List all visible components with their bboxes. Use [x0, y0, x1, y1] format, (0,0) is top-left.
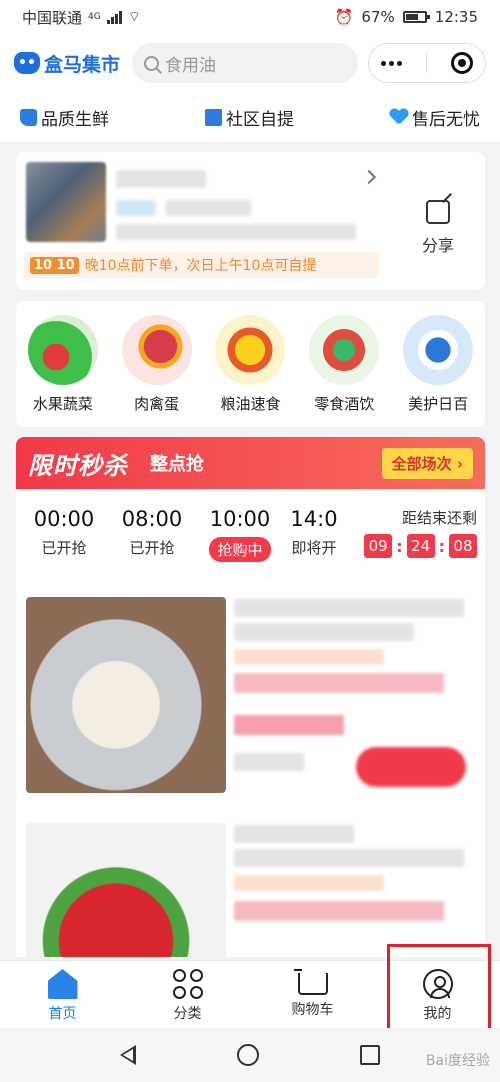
wifi-icon: ⌔	[127, 9, 141, 25]
category-grid-icon	[172, 969, 203, 999]
countdown-hours: 09	[364, 534, 393, 558]
product-price-bar-blurred	[234, 901, 444, 921]
miniprogram-capsule	[368, 43, 486, 83]
tofu-product-image[interactable]	[26, 597, 226, 793]
tab-mine[interactable]: 我的	[375, 961, 500, 1028]
fruit-veg-image	[27, 315, 98, 385]
home-icon	[47, 969, 78, 999]
product-price-blurred	[234, 715, 344, 735]
category-beauty-daily[interactable]: 美护日百	[397, 315, 479, 414]
product-title-blurred	[234, 599, 464, 617]
tab-category[interactable]: 分类	[125, 961, 250, 1028]
product-tag-blurred	[234, 649, 384, 665]
watermark: Bai度经验	[425, 1053, 490, 1069]
store-info-blurred	[166, 200, 251, 216]
time-slot-active[interactable]: 10:00 抢购中	[196, 507, 284, 562]
promo-text: 晚10点前下单，次日上午10点可自提	[84, 258, 317, 274]
flash-sale-section: 限时秒杀 整点抢 全部场次 › 00:00 已开抢 08:00 已开抢 10:0…	[16, 437, 485, 957]
feature-pickup: 社区自提	[205, 105, 294, 130]
store-tag-blurred	[116, 200, 156, 216]
category-snack-drink[interactable]: 零食酒饮	[303, 315, 385, 414]
product-title-blurred	[234, 825, 354, 843]
tab-home[interactable]: 首页	[0, 961, 125, 1028]
close-miniprogram-icon[interactable]	[451, 52, 473, 74]
product-orig-price-blurred	[234, 753, 304, 771]
countdown: 距结束还剩 09 : 24 : 08	[364, 507, 477, 558]
network-type: 4G	[88, 12, 101, 22]
thumbs-up-icon	[20, 108, 37, 126]
signal-icon	[106, 10, 122, 24]
strawberry-product-image[interactable]	[26, 823, 226, 957]
category-fruit-veg[interactable]: 水果蔬菜	[22, 315, 104, 414]
chevron-right-icon[interactable]	[361, 169, 377, 185]
battery-icon	[402, 11, 430, 23]
alarm-icon: ⏰	[334, 8, 354, 26]
building-icon	[205, 108, 222, 126]
promo-badge: 10 10	[30, 256, 79, 274]
status-bar: 中国联通 4G ⌔ ⏰ 67% 12:35	[0, 0, 500, 34]
grain-oil-image	[215, 315, 286, 385]
countdown-minutes: 24	[406, 534, 435, 558]
flash-sale-title: 限时秒杀	[28, 451, 128, 480]
share-icon	[426, 200, 450, 224]
store-address-blurred	[116, 224, 356, 240]
home-circle-icon[interactable]	[236, 1044, 259, 1066]
recent-apps-icon[interactable]	[359, 1045, 380, 1065]
store-name-blurred	[116, 170, 206, 188]
category-grain-oil[interactable]: 粮油速食	[209, 315, 291, 414]
back-icon[interactable]	[120, 1045, 137, 1065]
app-header: 盒马集市 食用油	[0, 34, 500, 92]
time-slots: 00:00 已开抢 08:00 已开抢 10:00 抢购中 14:0 即将开 距…	[16, 489, 485, 565]
countdown-label: 距结束还剩	[401, 509, 477, 527]
feature-strip: 品质生鲜 社区自提 售后无忧	[0, 92, 500, 142]
user-icon	[422, 969, 453, 999]
carrier-name: 中国联通	[22, 8, 83, 27]
cart-icon	[293, 969, 328, 995]
heart-icon	[390, 109, 408, 125]
store-card[interactable]: 分享 10 10 晚10点前下单，次日上午10点可自提	[16, 152, 485, 290]
time-slot[interactable]: 14:0 即将开	[284, 507, 344, 558]
all-sessions-button[interactable]: 全部场次 ›	[381, 447, 473, 479]
feature-quality: 品质生鲜	[20, 105, 109, 130]
system-nav-bar: Bai度经验	[0, 1028, 500, 1082]
bottom-tab-bar: 首页 分类 购物车 我的	[0, 960, 500, 1028]
search-placeholder: 食用油	[165, 55, 217, 76]
snack-drink-image	[309, 315, 380, 385]
clock: 12:35	[434, 8, 478, 26]
category-grid: 水果蔬菜 肉禽蛋 粮油速食 零食酒饮 美护日百	[16, 301, 485, 427]
pickup-promo: 10 10 晚10点前下单，次日上午10点可自提	[24, 252, 379, 278]
hippo-logo-icon	[14, 52, 40, 74]
search-input[interactable]: 食用油	[132, 43, 359, 83]
product-title-blurred	[234, 849, 464, 867]
battery-percent: 67%	[361, 8, 395, 26]
flash-sale-header: 限时秒杀 整点抢 全部场次 ›	[16, 437, 485, 489]
app-logo-text: 盒马集市	[44, 53, 121, 76]
time-slot[interactable]: 00:00 已开抢	[20, 507, 108, 558]
tab-cart[interactable]: 购物车	[250, 961, 375, 1028]
share-button[interactable]: 分享	[414, 200, 462, 256]
category-meat-egg[interactable]: 肉禽蛋	[116, 315, 198, 414]
product-price-bar-blurred	[234, 673, 444, 693]
countdown-seconds: 08	[449, 534, 477, 558]
app-logo: 盒马集市	[14, 50, 120, 77]
search-icon	[144, 55, 160, 71]
product-tag-blurred	[234, 875, 384, 891]
more-icon[interactable]	[381, 60, 402, 66]
beauty-daily-image	[403, 315, 474, 385]
product-title-blurred	[234, 623, 414, 641]
flash-sale-subtitle: 整点抢	[150, 454, 204, 475]
buy-button-blurred[interactable]	[356, 747, 466, 787]
store-image	[26, 162, 106, 242]
feature-aftersale: 售后无忧	[390, 105, 480, 130]
time-slot[interactable]: 08:00 已开抢	[108, 507, 196, 558]
meat-egg-image	[121, 315, 192, 385]
